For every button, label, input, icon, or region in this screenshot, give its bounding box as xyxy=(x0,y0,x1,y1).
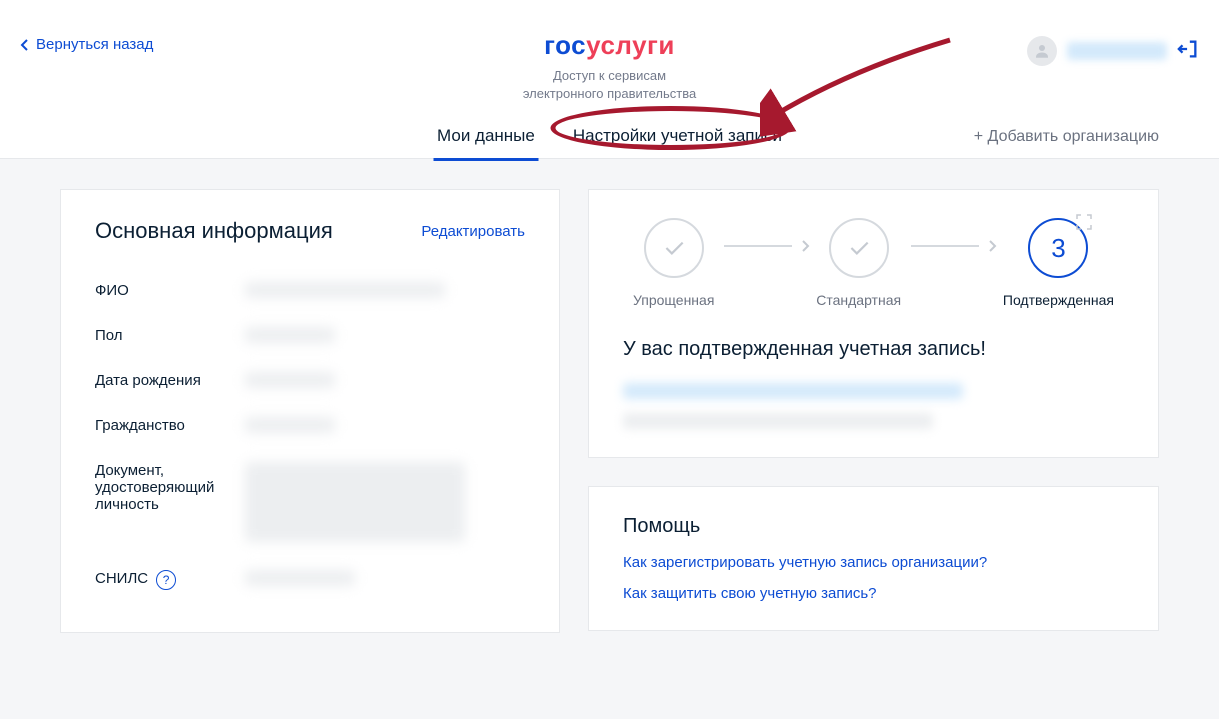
status-text-redacted-1 xyxy=(623,383,963,399)
status-body xyxy=(623,383,1124,429)
row-id-doc: Документ, удостоверяющий личность xyxy=(95,448,525,556)
row-snils: СНИЛС ? xyxy=(95,556,525,604)
status-title: У вас подтвержденная учетная запись! xyxy=(623,338,1124,361)
step-connector-2 xyxy=(911,245,979,247)
help-title: Помощь xyxy=(623,515,1124,538)
step1-circle xyxy=(644,218,704,278)
value-snils-redacted xyxy=(245,570,355,586)
status-card: Упрощенная Стандартная 3 П xyxy=(588,189,1159,458)
step2-circle xyxy=(829,218,889,278)
label-fio: ФИО xyxy=(95,282,245,299)
label-birth-date: Дата рождения xyxy=(95,372,245,389)
value-gender-redacted xyxy=(245,327,335,343)
left-column: Основная информация Редактировать ФИО По… xyxy=(60,189,560,689)
row-citizenship: Гражданство xyxy=(95,403,525,448)
avatar[interactable] xyxy=(1027,36,1057,66)
user-area xyxy=(1027,36,1199,66)
value-citizenship-redacted xyxy=(245,417,335,433)
right-column: Упрощенная Стандартная 3 П xyxy=(588,189,1159,689)
help-link-protect[interactable]: Как защитить свою учетную запись? xyxy=(623,585,1124,602)
top-bar: Вернуться назад госуслуги Доступ к серви… xyxy=(0,0,1219,66)
step-confirmed: 3 Подтвержденная xyxy=(1003,218,1114,308)
logo-block: госуслуги Доступ к сервисам электронного… xyxy=(523,30,696,103)
content: Основная информация Редактировать ФИО По… xyxy=(0,159,1219,719)
label-citizenship: Гражданство xyxy=(95,417,245,434)
check-icon xyxy=(661,235,687,261)
value-birth-date-redacted xyxy=(245,372,335,388)
person-icon xyxy=(1033,42,1051,60)
value-fio-redacted xyxy=(245,282,445,298)
main-info-title: Основная информация xyxy=(95,218,333,244)
back-link[interactable]: Вернуться назад xyxy=(20,36,153,53)
label-gender: Пол xyxy=(95,327,245,344)
main-info-card: Основная информация Редактировать ФИО По… xyxy=(60,189,560,633)
add-organization-link[interactable]: + Добавить организацию xyxy=(974,116,1159,158)
help-link-org[interactable]: Как зарегистрировать учетную запись орга… xyxy=(623,554,1124,571)
chevron-left-icon xyxy=(20,38,30,52)
step3-circle: 3 xyxy=(1028,218,1088,278)
logout-button[interactable] xyxy=(1177,38,1199,65)
step-simplified: Упрощенная xyxy=(633,218,714,308)
row-fio: ФИО xyxy=(95,268,525,313)
step2-label: Стандартная xyxy=(816,292,901,308)
step1-label: Упрощенная xyxy=(633,292,714,308)
row-gender: Пол xyxy=(95,313,525,358)
logo-subtitle: Доступ к сервисам электронного правитель… xyxy=(523,67,696,103)
logo-gos: гос xyxy=(544,30,586,60)
username-redacted xyxy=(1067,42,1167,60)
step-connector-1 xyxy=(724,245,792,247)
logo-uslugi: услуги xyxy=(586,30,675,60)
step3-number: 3 xyxy=(1051,233,1065,264)
logo[interactable]: госуслуги xyxy=(523,30,696,61)
status-text-redacted-2 xyxy=(623,413,933,429)
help-card: Помощь Как зарегистрировать учетную запи… xyxy=(588,486,1159,631)
exit-icon xyxy=(1177,38,1199,60)
check-icon xyxy=(846,235,872,261)
tab-my-data[interactable]: Мои данные xyxy=(433,114,539,160)
back-link-text: Вернуться назад xyxy=(36,36,153,53)
focus-corners-icon xyxy=(1076,214,1092,230)
tabs-center: Мои данные Настройки учетной записи xyxy=(433,114,786,160)
card-header: Основная информация Редактировать xyxy=(95,218,525,244)
arrow-right-icon xyxy=(802,240,810,252)
row-birth-date: Дата рождения xyxy=(95,358,525,403)
step3-label: Подтвержденная xyxy=(1003,292,1114,308)
step-standard: Стандартная xyxy=(816,218,901,308)
label-snils: СНИЛС ? xyxy=(95,570,245,590)
value-id-doc-redacted xyxy=(245,462,465,542)
label-id-doc: Документ, удостоверяющий личность xyxy=(95,462,245,542)
tab-account-settings[interactable]: Настройки учетной записи xyxy=(569,114,786,160)
edit-link[interactable]: Редактировать xyxy=(421,223,525,240)
help-hint-icon[interactable]: ? xyxy=(156,570,176,590)
tabs-row: Мои данные Настройки учетной записи + До… xyxy=(0,116,1219,159)
arrow-right-icon xyxy=(989,240,997,252)
steps-row: Упрощенная Стандартная 3 П xyxy=(623,218,1124,308)
